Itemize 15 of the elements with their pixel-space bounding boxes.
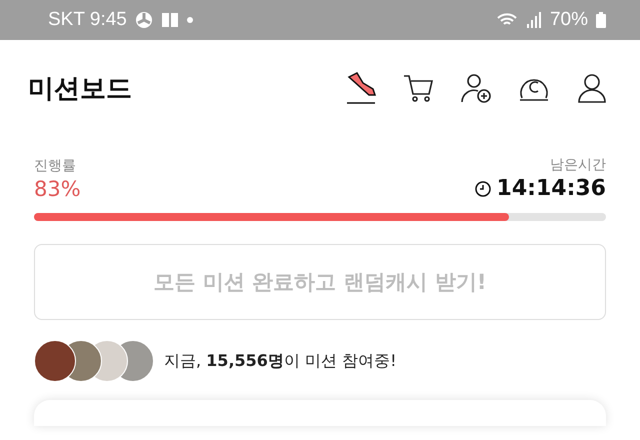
signal-icon — [526, 12, 542, 28]
page-title: 미션보드 — [28, 72, 132, 106]
avatar-photo — [34, 340, 76, 382]
participants-text: 지금, 15,556명이 미션 참여중! — [164, 350, 397, 372]
fan-icon — [134, 11, 153, 29]
time-label: 남은시간 — [550, 156, 606, 174]
app-notification-icon — [160, 11, 179, 29]
carrier-time: SKT 9:45 — [48, 9, 127, 31]
progress-value: 83% — [34, 177, 81, 201]
dot-icon — [186, 17, 193, 23]
battery-percent: 70% — [550, 9, 588, 31]
progress-label: 진행률 — [34, 157, 77, 175]
clock-icon — [474, 180, 491, 196]
battery-icon — [596, 12, 606, 28]
remaining-time: 14:14:36 — [496, 176, 606, 201]
